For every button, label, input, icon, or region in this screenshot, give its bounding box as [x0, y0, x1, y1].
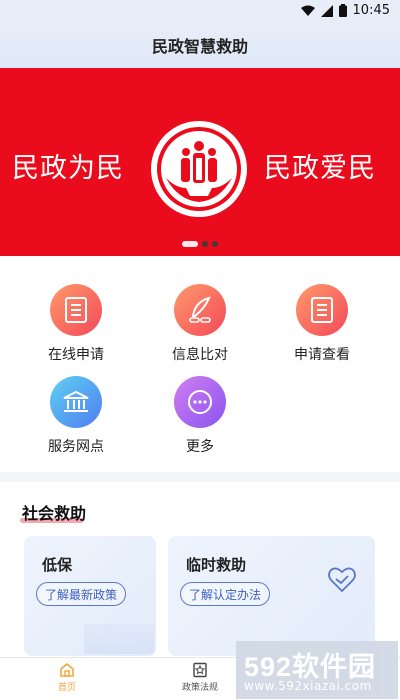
service-online-apply[interactable]: 在线申请 — [26, 284, 126, 364]
page-title: 民政智慧救助 — [151, 37, 248, 56]
learn-policy-button[interactable]: 了解最新政策 — [36, 582, 127, 606]
document-icon — [50, 284, 102, 336]
tab-home[interactable]: 首页 — [37, 662, 97, 693]
battery-icon — [338, 4, 347, 17]
service-label: 申请查看 — [294, 347, 350, 363]
banner-left-text: 民政为民 — [12, 153, 124, 184]
card-dibao[interactable]: 低保 了解最新政策 — [24, 536, 156, 656]
card-temporary-assistance[interactable]: 临时救助 了解认定办法 — [168, 536, 375, 656]
service-more[interactable]: 更多 — [150, 376, 250, 456]
carousel-dot[interactable] — [212, 241, 218, 247]
site-watermark: 592软件园 www.592xiazai.com — [236, 641, 398, 699]
card-title: 临时救助 — [186, 556, 247, 574]
service-view-application[interactable]: 申请查看 — [272, 284, 372, 364]
tab-policy[interactable]: 政策法规 — [170, 662, 230, 693]
status-icons: 10:45 — [300, 3, 390, 18]
building-illustration — [84, 624, 154, 654]
banner-right-text: 民政爱民 — [264, 153, 376, 184]
tab-label: 政策法规 — [181, 683, 218, 693]
star-book-icon — [193, 662, 207, 678]
status-time: 10:45 — [352, 3, 390, 18]
watermark-url: www.592xiazai.com — [244, 679, 372, 693]
learn-criteria-button[interactable]: 了解认定办法 — [180, 582, 271, 606]
section-title: 社会救助 — [22, 504, 87, 523]
signal-icon — [320, 4, 333, 17]
service-label: 服务网点 — [48, 439, 104, 455]
more-icon — [174, 376, 226, 428]
app-header: 民政智慧救助 — [0, 22, 400, 68]
card-title: 低保 — [42, 556, 73, 574]
status-bar: 10:45 — [0, 0, 400, 22]
carousel-dot-active[interactable] — [182, 241, 198, 247]
home-icon — [60, 662, 74, 677]
carousel-indicator[interactable] — [0, 241, 400, 247]
service-label: 更多 — [186, 439, 214, 455]
service-label: 信息比对 — [172, 347, 228, 363]
civil-affairs-emblem-icon — [151, 121, 247, 217]
bank-icon — [50, 376, 102, 428]
tab-label: 首页 — [57, 683, 76, 693]
service-label: 在线申请 — [48, 347, 104, 363]
document-icon — [296, 284, 348, 336]
section-divider — [0, 472, 400, 482]
carousel-dot[interactable] — [202, 241, 208, 247]
service-info-compare[interactable]: 信息比对 — [150, 284, 250, 364]
service-outlets[interactable]: 服务网点 — [26, 376, 126, 456]
heart-handshake-icon — [328, 567, 356, 593]
banner-carousel[interactable]: 民政为民 民政爱民 — [0, 68, 400, 256]
wifi-icon — [300, 5, 315, 16]
feather-icon — [174, 284, 226, 336]
